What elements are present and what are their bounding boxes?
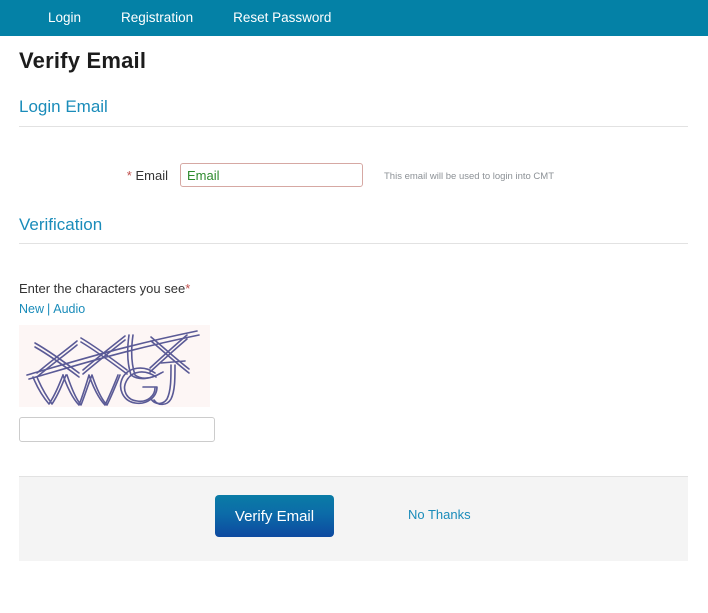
section-heading-login-email: Login Email	[19, 97, 108, 116]
email-field-hint: This email will be used to login into CM…	[384, 171, 555, 182]
email-label-text: Email	[135, 168, 168, 183]
captcha-prompt: Enter the characters you see*	[19, 281, 190, 296]
captcha-links: New | Audio	[19, 302, 85, 316]
nav-link-reset-password[interactable]: Reset Password	[233, 0, 331, 36]
email-form-row: * Email This email will be used to login…	[0, 163, 708, 189]
email-field-label: * Email	[110, 168, 168, 183]
captcha-input[interactable]	[19, 417, 215, 442]
nav-link-registration[interactable]: Registration	[121, 0, 193, 36]
email-required-marker: *	[126, 168, 132, 183]
page-title: Verify Email	[19, 48, 147, 73]
section-heading-verification: Verification	[19, 215, 103, 234]
footer-action-panel	[19, 477, 688, 561]
captcha-image	[19, 325, 210, 407]
no-thanks-link[interactable]: No Thanks	[408, 507, 471, 522]
nav-link-login[interactable]: Login	[48, 0, 81, 36]
section-divider-verification	[19, 243, 688, 244]
top-navigation-bar: Login Registration Reset Password	[0, 0, 708, 36]
verify-email-button[interactable]: Verify Email	[215, 495, 334, 537]
email-input[interactable]	[180, 163, 363, 187]
captcha-link-separator: |	[47, 302, 51, 316]
section-divider-login-email	[19, 126, 688, 127]
captcha-audio-link[interactable]: Audio	[53, 302, 85, 316]
captcha-required-marker: *	[185, 281, 191, 296]
captcha-new-link[interactable]: New	[19, 302, 44, 316]
captcha-prompt-text: Enter the characters you see	[19, 281, 186, 296]
